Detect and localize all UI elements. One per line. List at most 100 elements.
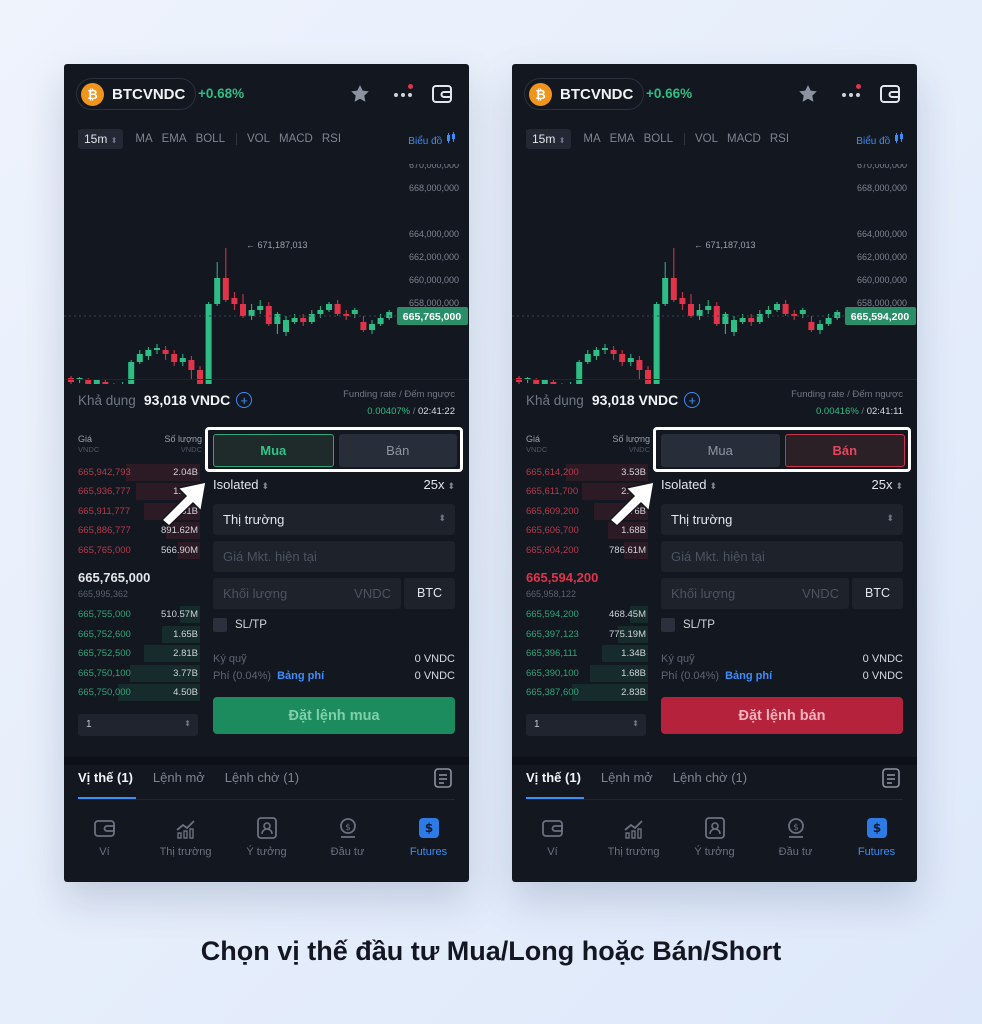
nav-ideas[interactable]: Ý tưởng <box>674 816 755 874</box>
star-icon[interactable] <box>348 82 372 106</box>
sltp-toggle[interactable]: SL/TP <box>661 618 715 632</box>
indicator-ema[interactable]: EMA <box>610 133 635 145</box>
price-input[interactable]: Giá Mkt. hiện tại <box>661 541 903 572</box>
candle-body <box>696 310 703 316</box>
svg-text:$: $ <box>424 821 432 835</box>
sltp-checkbox[interactable] <box>661 618 675 632</box>
nav-wallet[interactable]: Ví <box>512 816 593 874</box>
candle-body <box>550 382 557 384</box>
svg-text:$: $ <box>872 821 880 835</box>
nav-market[interactable]: Thị trường <box>145 816 226 874</box>
candle-body <box>670 278 677 300</box>
quantity-input[interactable]: Khối lượng VNDC <box>661 578 849 609</box>
divider <box>683 133 685 145</box>
indicator-macd[interactable]: MACD <box>727 133 761 145</box>
depth-select[interactable]: 1 ⬍ <box>526 714 646 736</box>
candle-body <box>774 304 780 310</box>
invest-icon: $ <box>787 818 804 838</box>
nav-invest[interactable]: $ Đầu tư <box>307 816 388 874</box>
notification-dot <box>856 84 861 89</box>
place-buy-order-button[interactable]: Đặt lệnh mua <box>213 697 455 734</box>
nav-wallet[interactable]: Ví <box>64 816 145 874</box>
wallet-icon[interactable] <box>878 82 902 106</box>
nav-futures[interactable]: $ Futures <box>836 816 917 874</box>
candle-body <box>576 362 583 384</box>
add-funds-icon[interactable]: + <box>236 392 253 408</box>
mid-price: 665,594,200 <box>526 570 599 585</box>
indicator-vol[interactable]: VOL <box>695 133 718 145</box>
invest-icon: $ <box>339 818 356 838</box>
leverage-select[interactable]: 25x ⬍ <box>871 477 903 492</box>
orderbook-bid-row[interactable]: 665,397,123 775.19M <box>512 625 648 644</box>
indicator-boll[interactable]: BOLL <box>196 133 225 145</box>
chart-link[interactable]: Biểu đồ <box>856 131 905 147</box>
orderbook-ask-row[interactable]: 665,765,000 566.90M <box>64 541 200 560</box>
star-icon[interactable] <box>796 82 820 106</box>
indicator-macd[interactable]: MACD <box>279 133 313 145</box>
order-type-select[interactable]: Thị trường ⬍ <box>213 504 455 535</box>
candle-body <box>93 380 100 384</box>
indicator-vol[interactable]: VOL <box>247 133 270 145</box>
header: ₿ BTCVNDC +0.66% <box>512 64 917 124</box>
pair-selector[interactable]: ₿ BTCVNDC <box>524 78 645 110</box>
tab-pending-orders[interactable]: Lệnh chờ (1) <box>225 770 299 785</box>
history-icon[interactable] <box>881 767 901 789</box>
indicator-rsi[interactable]: RSI <box>322 133 341 145</box>
orderbook-ask-row[interactable]: 665,604,200 786.61M <box>512 541 648 560</box>
wallet-icon[interactable] <box>430 82 454 106</box>
quantity-input[interactable]: Khối lượng VNDC <box>213 578 401 609</box>
fee-table-link[interactable]: Bảng phí <box>725 670 772 682</box>
place-sell-order-button[interactable]: Đặt lệnh bán <box>661 697 903 734</box>
margin-mode-select[interactable]: Isolated ⬍ <box>213 477 269 492</box>
depth-select[interactable]: 1 ⬍ <box>78 714 198 736</box>
sltp-toggle[interactable]: SL/TP <box>213 618 267 632</box>
pair-selector[interactable]: ₿ BTCVNDC <box>76 78 197 110</box>
orderbook-bid-row[interactable]: 665,752,600 1.65B <box>64 625 200 644</box>
chart-link[interactable]: Biểu đồ <box>408 131 457 147</box>
price-tag-label: 665,765,000 <box>403 311 462 323</box>
nav-futures[interactable]: $ Futures <box>388 816 469 874</box>
tab-pending-orders[interactable]: Lệnh chờ (1) <box>673 770 747 785</box>
indicator-rsi[interactable]: RSI <box>770 133 789 145</box>
orderbook-bid-row[interactable]: 665,594,200 468.45M <box>512 605 648 624</box>
sltp-checkbox[interactable] <box>213 618 227 632</box>
fee-table-link[interactable]: Bảng phí <box>277 670 324 682</box>
nav-ideas[interactable]: Ý tưởng <box>226 816 307 874</box>
timeframe-select[interactable]: 15m ⬍ <box>526 129 572 149</box>
candle-body <box>179 358 186 362</box>
add-funds-icon[interactable]: + <box>684 392 701 408</box>
y-tick-label: 658,000,000 <box>409 298 459 308</box>
tab-open-orders[interactable]: Lệnh mở <box>601 770 653 785</box>
tab-positions[interactable]: Vị thế (1) <box>78 770 133 785</box>
indicator-ma[interactable]: MA <box>135 133 152 145</box>
nav-market[interactable]: Thị trường <box>593 816 674 874</box>
tab-open-orders[interactable]: Lệnh mở <box>153 770 205 785</box>
history-icon[interactable] <box>433 767 453 789</box>
margin-mode-select[interactable]: Isolated ⬍ <box>661 477 717 492</box>
leverage-select[interactable]: 25x ⬍ <box>423 477 455 492</box>
nav-invest[interactable]: $ Đầu tư <box>755 816 836 874</box>
quantity-unit-toggle[interactable]: BTC <box>852 578 903 609</box>
candle-body <box>808 322 815 330</box>
orderbook-bid-row[interactable]: 665,396,111 1.34B <box>512 644 648 663</box>
quantity-unit-toggle[interactable]: BTC <box>404 578 455 609</box>
indicator-boll[interactable]: BOLL <box>644 133 673 145</box>
order-type-select[interactable]: Thị trường ⬍ <box>661 504 903 535</box>
orderbook-bid-row[interactable]: 665,752,500 2.81B <box>64 644 200 663</box>
indicator-ema[interactable]: EMA <box>162 133 187 145</box>
tab-positions[interactable]: Vị thế (1) <box>526 770 581 785</box>
candlestick-chart[interactable]: 672,000,000670,000,000668,000,000664,000… <box>512 164 917 384</box>
mark-price: 665,958,122 <box>526 589 577 599</box>
orderbook-bid-row[interactable]: 665,750,100 3.77B <box>64 664 200 683</box>
timeframe-select[interactable]: 15m ⬍ <box>78 129 124 149</box>
candlestick-chart[interactable]: 672,000,000670,000,000668,000,000664,000… <box>64 164 469 384</box>
orderbook-bid-row[interactable]: 665,387,600 2.83B <box>512 683 648 702</box>
funding-countdown: 02:41:11 <box>866 406 903 417</box>
orderbook-bid-row[interactable]: 665,755,000 510.57M <box>64 605 200 624</box>
pair-name: BTCVNDC <box>560 85 634 103</box>
indicator-ma[interactable]: MA <box>583 133 600 145</box>
candle-body <box>584 354 591 362</box>
price-input[interactable]: Giá Mkt. hiện tại <box>213 541 455 572</box>
orderbook-bid-row[interactable]: 665,390,100 1.68B <box>512 664 648 683</box>
orderbook-bid-row[interactable]: 665,750,000 4.50B <box>64 683 200 702</box>
